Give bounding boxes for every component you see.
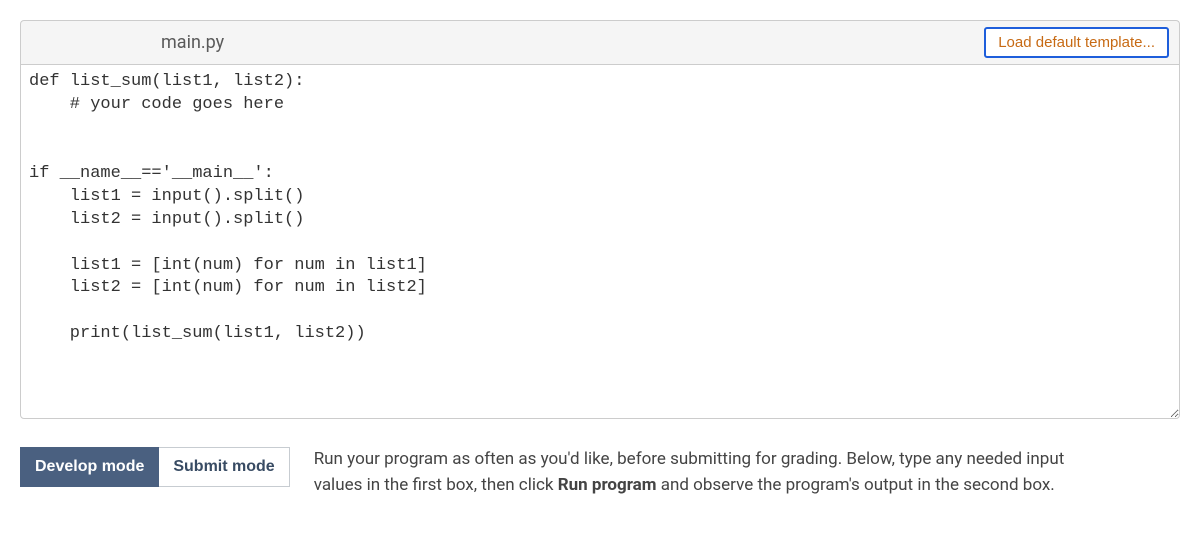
editor-container: main.py Load default template... Develop… <box>20 20 1180 498</box>
mode-buttons: Develop mode Submit mode <box>20 447 290 487</box>
tab-region: main.py <box>21 32 364 53</box>
controls-row: Develop mode Submit mode Run your progra… <box>20 447 1180 498</box>
editor-header: main.py Load default template... <box>20 20 1180 64</box>
develop-mode-button[interactable]: Develop mode <box>20 447 159 487</box>
code-editor[interactable] <box>20 64 1180 419</box>
help-post: and observe the program's output in the … <box>657 475 1055 495</box>
help-text: Run your program as often as you'd like,… <box>314 447 1114 498</box>
submit-mode-button[interactable]: Submit mode <box>159 447 289 487</box>
load-template-button[interactable]: Load default template... <box>984 27 1169 58</box>
help-bold: Run program <box>558 475 657 495</box>
filename-tab: main.py <box>21 32 364 53</box>
